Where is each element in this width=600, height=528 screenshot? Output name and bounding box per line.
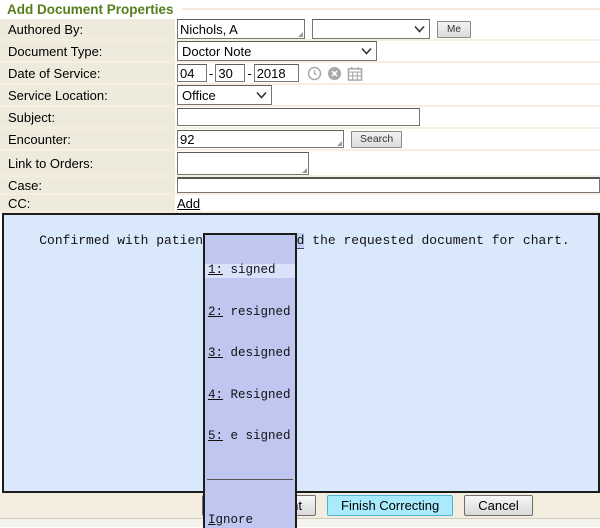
menu-separator [207, 479, 293, 480]
service-location-label: Service Location: [0, 85, 175, 105]
authored-by-input[interactable] [177, 19, 305, 39]
add-document-properties-dialog: Add Document Properties Authored By: Me … [0, 0, 600, 528]
menu-item-suggestion-1[interactable]: 1: signed [205, 264, 295, 278]
cancel-button[interactable]: Cancel [464, 495, 532, 516]
chevron-down-icon [413, 23, 426, 35]
document-type-label: Document Type: [0, 41, 175, 61]
spell-suggestion-menu: 1: signed 2: resigned 3: designed 4: Res… [203, 233, 297, 528]
service-location-select[interactable]: Office [177, 85, 272, 105]
title-rule [182, 8, 600, 10]
case-input[interactable] [177, 177, 600, 193]
date-day-input[interactable] [215, 64, 245, 82]
encounter-label: Encounter: [0, 129, 175, 149]
link-to-orders-textarea[interactable] [177, 152, 309, 175]
finish-correcting-button[interactable]: Finish Correcting [327, 495, 453, 516]
menu-item-suggestion-5[interactable]: 5: e signed [205, 430, 295, 444]
link-to-orders-label: Link to Orders: [0, 151, 175, 175]
button-bar: Add Document Finish Correcting Cancel [0, 493, 600, 519]
menu-item-suggestion-2[interactable]: 2: resigned [205, 306, 295, 320]
date-separator: - [247, 66, 251, 81]
cc-add-link[interactable]: Add [177, 196, 200, 211]
page-title: Add Document Properties [7, 2, 174, 17]
authored-by-label: Authored By: [0, 19, 175, 39]
search-button[interactable]: Search [351, 131, 402, 148]
row-cc: CC: Add [0, 195, 600, 213]
date-separator: - [209, 66, 213, 81]
subject-label: Subject: [0, 107, 175, 127]
menu-item-suggestion-4[interactable]: 4: Resigned [205, 389, 295, 403]
date-month-input[interactable] [177, 64, 207, 82]
calendar-icon[interactable] [347, 66, 363, 81]
chevron-down-icon [255, 89, 268, 101]
encounter-input[interactable] [177, 130, 344, 148]
x-circle-icon[interactable] [327, 66, 342, 81]
clock-icon[interactable] [307, 66, 322, 81]
menu-item-suggestion-3[interactable]: 3: designed [205, 347, 295, 361]
title-bar: Add Document Properties [0, 0, 600, 19]
subject-input[interactable] [177, 108, 420, 126]
document-type-select[interactable]: Doctor Note [177, 41, 377, 61]
row-document-type: Document Type: Doctor Note [0, 41, 600, 63]
row-encounter: Encounter: Search [0, 129, 600, 151]
bottom-strip [0, 519, 600, 527]
row-authored-by: Authored By: Me [0, 19, 600, 41]
row-service-location: Service Location: Office [0, 85, 600, 107]
case-label: Case: [0, 177, 175, 193]
menu-item-ignore[interactable]: Ignore [205, 514, 295, 528]
row-case: Case: [0, 177, 600, 195]
document-text-editor[interactable]: Confirmed with patient and esigned the r… [2, 213, 600, 493]
date-year-input[interactable] [254, 64, 299, 82]
date-of-service-label: Date of Service: [0, 63, 175, 83]
editor-text-after: the requested document for chart. [304, 233, 569, 248]
row-link-to-orders: Link to Orders: [0, 151, 600, 177]
row-date-of-service: Date of Service: - - [0, 63, 600, 85]
me-button[interactable]: Me [437, 21, 471, 38]
cc-label: CC: [0, 195, 175, 211]
chevron-down-icon [360, 45, 373, 57]
row-subject: Subject: [0, 107, 600, 129]
authored-by-secondary-select[interactable] [312, 19, 430, 39]
